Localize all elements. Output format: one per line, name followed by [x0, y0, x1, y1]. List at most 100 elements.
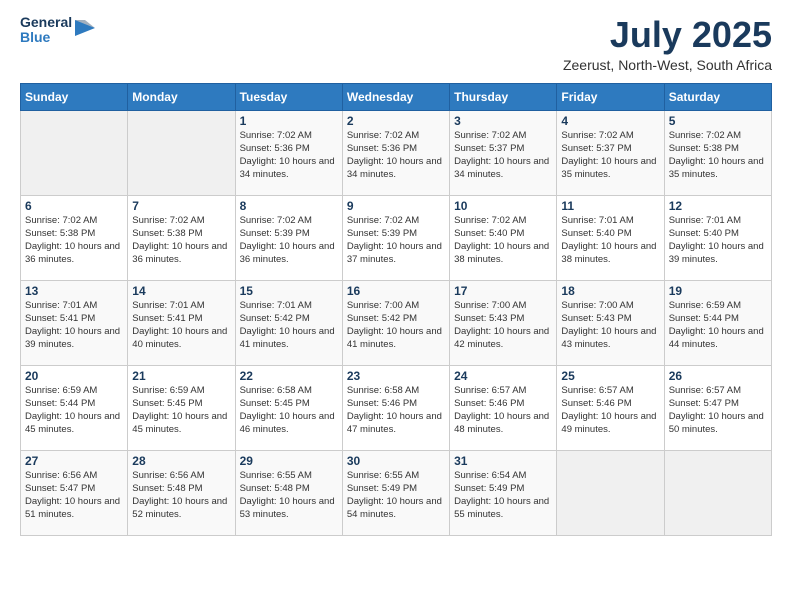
day-cell [664, 450, 771, 535]
day-cell [557, 450, 664, 535]
day-info: Sunrise: 6:58 AM Sunset: 5:45 PM Dayligh… [240, 384, 338, 437]
day-info: Sunrise: 6:59 AM Sunset: 5:45 PM Dayligh… [132, 384, 230, 437]
day-number: 25 [561, 369, 659, 383]
week-row-2: 6Sunrise: 7:02 AM Sunset: 5:38 PM Daylig… [21, 195, 772, 280]
day-info: Sunrise: 7:02 AM Sunset: 5:38 PM Dayligh… [669, 129, 767, 182]
day-info: Sunrise: 6:57 AM Sunset: 5:47 PM Dayligh… [669, 384, 767, 437]
header-friday: Friday [557, 83, 664, 110]
logo-display: General Blue [20, 15, 95, 46]
day-cell: 20Sunrise: 6:59 AM Sunset: 5:44 PM Dayli… [21, 365, 128, 450]
day-cell: 27Sunrise: 6:56 AM Sunset: 5:47 PM Dayli… [21, 450, 128, 535]
day-cell: 1Sunrise: 7:02 AM Sunset: 5:36 PM Daylig… [235, 110, 342, 195]
day-number: 14 [132, 284, 230, 298]
day-cell: 17Sunrise: 7:00 AM Sunset: 5:43 PM Dayli… [450, 280, 557, 365]
day-cell: 3Sunrise: 7:02 AM Sunset: 5:37 PM Daylig… [450, 110, 557, 195]
day-cell: 13Sunrise: 7:01 AM Sunset: 5:41 PM Dayli… [21, 280, 128, 365]
title-block: July 2025 Zeerust, North-West, South Afr… [563, 15, 772, 73]
day-info: Sunrise: 7:01 AM Sunset: 5:40 PM Dayligh… [669, 214, 767, 267]
header-monday: Monday [128, 83, 235, 110]
day-cell: 29Sunrise: 6:55 AM Sunset: 5:48 PM Dayli… [235, 450, 342, 535]
day-number: 16 [347, 284, 445, 298]
day-number: 4 [561, 114, 659, 128]
day-number: 23 [347, 369, 445, 383]
day-number: 2 [347, 114, 445, 128]
weekday-header-row: Sunday Monday Tuesday Wednesday Thursday… [21, 83, 772, 110]
page: General Blue General Blue General Blue J… [0, 0, 792, 612]
day-cell [128, 110, 235, 195]
day-cell: 7Sunrise: 7:02 AM Sunset: 5:38 PM Daylig… [128, 195, 235, 280]
day-cell: 10Sunrise: 7:02 AM Sunset: 5:40 PM Dayli… [450, 195, 557, 280]
day-info: Sunrise: 7:02 AM Sunset: 5:36 PM Dayligh… [240, 129, 338, 182]
day-info: Sunrise: 6:57 AM Sunset: 5:46 PM Dayligh… [561, 384, 659, 437]
day-info: Sunrise: 7:02 AM Sunset: 5:40 PM Dayligh… [454, 214, 552, 267]
day-number: 8 [240, 199, 338, 213]
day-number: 12 [669, 199, 767, 213]
day-number: 19 [669, 284, 767, 298]
day-info: Sunrise: 6:54 AM Sunset: 5:49 PM Dayligh… [454, 469, 552, 522]
day-number: 24 [454, 369, 552, 383]
location: Zeerust, North-West, South Africa [563, 57, 772, 73]
day-cell: 12Sunrise: 7:01 AM Sunset: 5:40 PM Dayli… [664, 195, 771, 280]
day-cell: 8Sunrise: 7:02 AM Sunset: 5:39 PM Daylig… [235, 195, 342, 280]
day-info: Sunrise: 7:02 AM Sunset: 5:39 PM Dayligh… [347, 214, 445, 267]
day-info: Sunrise: 7:01 AM Sunset: 5:42 PM Dayligh… [240, 299, 338, 352]
day-number: 10 [454, 199, 552, 213]
day-cell: 4Sunrise: 7:02 AM Sunset: 5:37 PM Daylig… [557, 110, 664, 195]
day-number: 1 [240, 114, 338, 128]
day-number: 6 [25, 199, 123, 213]
week-row-5: 27Sunrise: 6:56 AM Sunset: 5:47 PM Dayli… [21, 450, 772, 535]
day-cell: 21Sunrise: 6:59 AM Sunset: 5:45 PM Dayli… [128, 365, 235, 450]
header: General Blue General Blue General Blue J… [20, 15, 772, 73]
header-wednesday: Wednesday [342, 83, 449, 110]
day-info: Sunrise: 7:01 AM Sunset: 5:41 PM Dayligh… [25, 299, 123, 352]
day-number: 29 [240, 454, 338, 468]
day-info: Sunrise: 7:00 AM Sunset: 5:43 PM Dayligh… [561, 299, 659, 352]
header-sunday: Sunday [21, 83, 128, 110]
logo-blue: Blue [20, 30, 72, 45]
day-info: Sunrise: 7:02 AM Sunset: 5:38 PM Dayligh… [132, 214, 230, 267]
day-cell: 19Sunrise: 6:59 AM Sunset: 5:44 PM Dayli… [664, 280, 771, 365]
week-row-4: 20Sunrise: 6:59 AM Sunset: 5:44 PM Dayli… [21, 365, 772, 450]
day-number: 17 [454, 284, 552, 298]
day-number: 9 [347, 199, 445, 213]
day-info: Sunrise: 7:02 AM Sunset: 5:36 PM Dayligh… [347, 129, 445, 182]
day-info: Sunrise: 7:02 AM Sunset: 5:37 PM Dayligh… [561, 129, 659, 182]
day-cell: 15Sunrise: 7:01 AM Sunset: 5:42 PM Dayli… [235, 280, 342, 365]
month-title: July 2025 [563, 15, 772, 55]
day-cell [21, 110, 128, 195]
day-info: Sunrise: 6:56 AM Sunset: 5:47 PM Dayligh… [25, 469, 123, 522]
day-info: Sunrise: 7:01 AM Sunset: 5:41 PM Dayligh… [132, 299, 230, 352]
day-cell: 24Sunrise: 6:57 AM Sunset: 5:46 PM Dayli… [450, 365, 557, 450]
day-number: 26 [669, 369, 767, 383]
header-tuesday: Tuesday [235, 83, 342, 110]
day-number: 21 [132, 369, 230, 383]
day-info: Sunrise: 7:01 AM Sunset: 5:40 PM Dayligh… [561, 214, 659, 267]
day-info: Sunrise: 6:58 AM Sunset: 5:46 PM Dayligh… [347, 384, 445, 437]
day-cell: 30Sunrise: 6:55 AM Sunset: 5:49 PM Dayli… [342, 450, 449, 535]
day-number: 13 [25, 284, 123, 298]
day-cell: 18Sunrise: 7:00 AM Sunset: 5:43 PM Dayli… [557, 280, 664, 365]
day-cell: 9Sunrise: 7:02 AM Sunset: 5:39 PM Daylig… [342, 195, 449, 280]
week-row-3: 13Sunrise: 7:01 AM Sunset: 5:41 PM Dayli… [21, 280, 772, 365]
day-cell: 6Sunrise: 7:02 AM Sunset: 5:38 PM Daylig… [21, 195, 128, 280]
day-cell: 16Sunrise: 7:00 AM Sunset: 5:42 PM Dayli… [342, 280, 449, 365]
day-info: Sunrise: 7:00 AM Sunset: 5:43 PM Dayligh… [454, 299, 552, 352]
day-number: 28 [132, 454, 230, 468]
day-cell: 23Sunrise: 6:58 AM Sunset: 5:46 PM Dayli… [342, 365, 449, 450]
day-info: Sunrise: 6:57 AM Sunset: 5:46 PM Dayligh… [454, 384, 552, 437]
day-info: Sunrise: 6:59 AM Sunset: 5:44 PM Dayligh… [669, 299, 767, 352]
day-info: Sunrise: 7:02 AM Sunset: 5:37 PM Dayligh… [454, 129, 552, 182]
day-info: Sunrise: 6:55 AM Sunset: 5:48 PM Dayligh… [240, 469, 338, 522]
day-info: Sunrise: 7:00 AM Sunset: 5:42 PM Dayligh… [347, 299, 445, 352]
day-cell: 28Sunrise: 6:56 AM Sunset: 5:48 PM Dayli… [128, 450, 235, 535]
logo-general: General [20, 15, 72, 30]
day-number: 22 [240, 369, 338, 383]
day-info: Sunrise: 7:02 AM Sunset: 5:38 PM Dayligh… [25, 214, 123, 267]
day-info: Sunrise: 7:02 AM Sunset: 5:39 PM Dayligh… [240, 214, 338, 267]
day-cell: 5Sunrise: 7:02 AM Sunset: 5:38 PM Daylig… [664, 110, 771, 195]
day-info: Sunrise: 6:56 AM Sunset: 5:48 PM Dayligh… [132, 469, 230, 522]
week-row-1: 1Sunrise: 7:02 AM Sunset: 5:36 PM Daylig… [21, 110, 772, 195]
day-number: 11 [561, 199, 659, 213]
day-number: 5 [669, 114, 767, 128]
logo-triangle-icon [75, 16, 95, 40]
